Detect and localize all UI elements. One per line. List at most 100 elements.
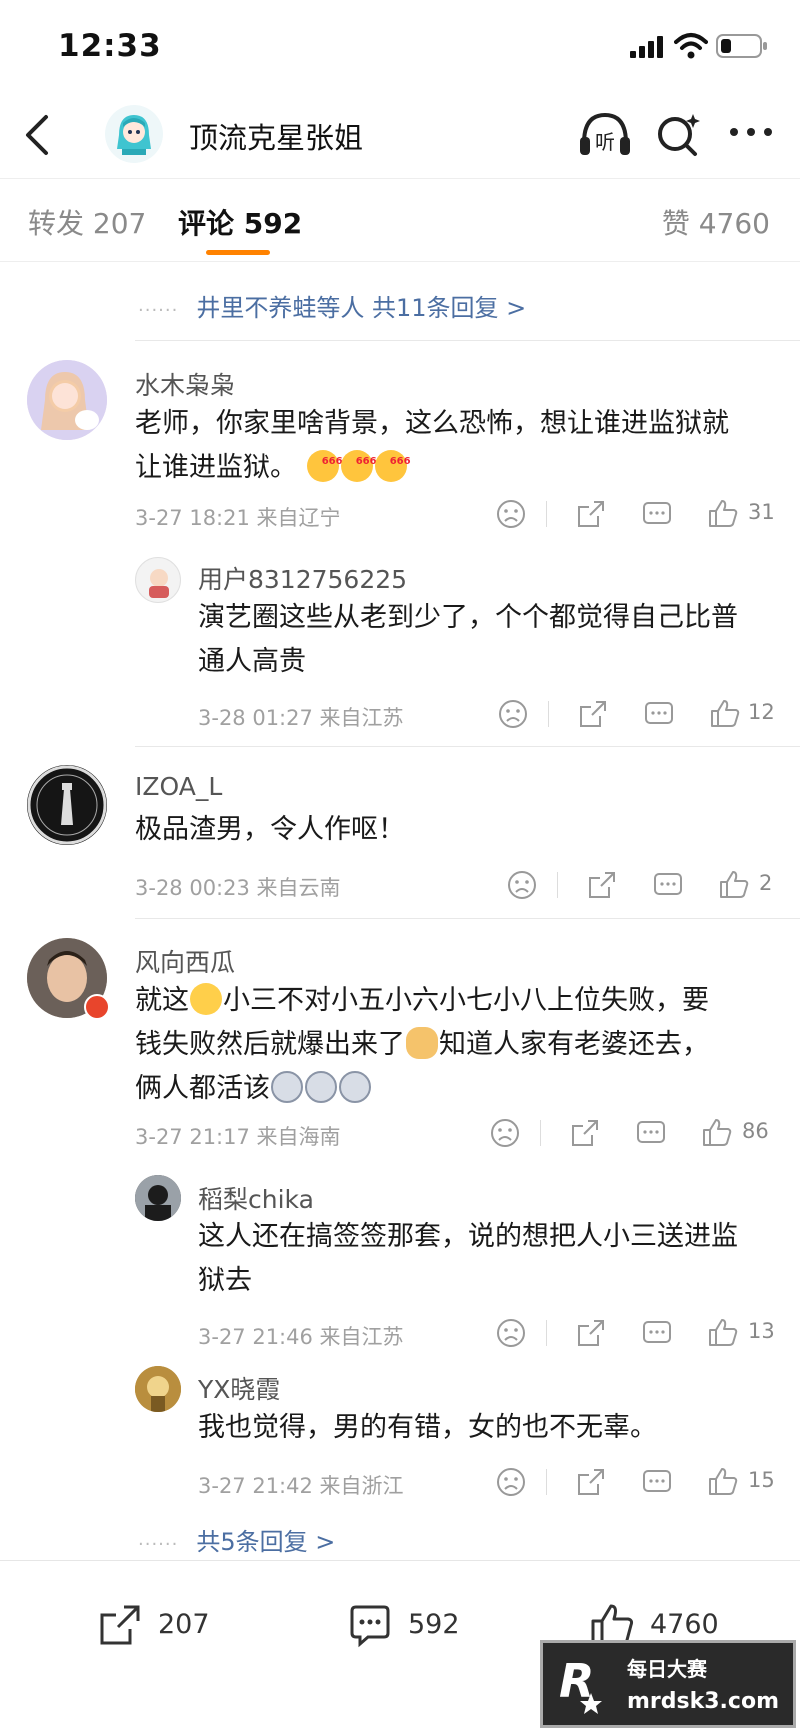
divider xyxy=(135,918,800,919)
comment-meta: 3-27 18:21 来自辽宁 xyxy=(135,506,341,530)
like-count: 13 xyxy=(748,1319,775,1343)
reply-line: 狱去 xyxy=(198,1265,252,1296)
lighthouse-logo-icon xyxy=(27,765,107,845)
share-icon[interactable] xyxy=(576,697,610,731)
reply-meta: 3-27 21:46 来自江苏 xyxy=(198,1325,404,1349)
comment-actions: 2 xyxy=(505,868,795,908)
thumbs-up-icon[interactable] xyxy=(706,1316,740,1350)
comment-line: 就这 小三不对小五小六小七小八上位失败，要 xyxy=(135,979,709,1023)
watermark: R 每日大赛 mrdsk3.com xyxy=(540,1640,796,1728)
thumbs-up-icon[interactable] xyxy=(700,1116,734,1150)
comment-text: 极品渣男，令人作呕！ xyxy=(135,814,405,845)
username[interactable]: IZOA_L xyxy=(135,772,222,801)
like-count: 4760 xyxy=(650,1609,719,1640)
reply-line: 这人还在搞签签那套，说的想把人小三送进监 xyxy=(198,1221,738,1252)
back-chevron-left-icon[interactable] xyxy=(22,113,52,157)
repost-count: 207 xyxy=(158,1609,210,1640)
more-replies-text: 共5条回复 > xyxy=(196,1528,336,1556)
like-count: 15 xyxy=(748,1468,775,1492)
sad-face-icon[interactable] xyxy=(494,497,528,531)
reply-line: 通人高贵 xyxy=(198,646,306,677)
emoji-666-icon xyxy=(306,440,343,484)
avatar-girl-icon xyxy=(27,360,107,440)
comment-icon[interactable] xyxy=(640,1316,674,1350)
avatar[interactable] xyxy=(27,360,107,440)
author-avatar[interactable] xyxy=(105,105,163,163)
username[interactable]: YX晓霞 xyxy=(198,1370,280,1406)
username[interactable]: 稻梨chika xyxy=(198,1180,314,1216)
username[interactable]: 水木枭枭 xyxy=(135,366,235,402)
sad-face-icon[interactable] xyxy=(494,1465,528,1499)
comment-line: 老师，你家里啥背景，这么恐怖，想让谁进监狱就 xyxy=(135,408,729,439)
tab-bar: 转发 207 评论 592 赞 4760 xyxy=(0,180,800,262)
sad-face-icon[interactable] xyxy=(488,1116,522,1150)
status-bar: 12:33 xyxy=(0,0,800,95)
separator xyxy=(548,701,549,727)
comment-count: 592 xyxy=(408,1609,460,1640)
share-icon[interactable] xyxy=(574,497,608,531)
comment-icon[interactable] xyxy=(642,697,676,731)
comment-line-text: 知道人家有老婆还去， xyxy=(439,1029,709,1060)
tab-comment[interactable]: 评论 592 xyxy=(178,202,302,242)
avatar[interactable] xyxy=(135,1366,181,1412)
emoji-666-icon xyxy=(340,440,377,484)
reply-text: 演艺圈这些从老到少了，个个都觉得自己比普 通人高贵 xyxy=(198,596,738,684)
comment-icon[interactable] xyxy=(651,868,685,902)
like-count: 31 xyxy=(748,500,775,524)
more-dots-icon[interactable] xyxy=(728,117,774,147)
share-icon[interactable] xyxy=(574,1316,608,1350)
svg-text:听: 听 xyxy=(595,130,615,154)
replies-summary-text: 井里不养蛙等人 共11条回复 > xyxy=(196,294,527,322)
thumbs-up-icon[interactable] xyxy=(706,497,740,531)
status-time: 12:33 xyxy=(58,28,162,64)
listen-headphones-icon[interactable]: 听 xyxy=(578,109,632,159)
thumbs-up-icon[interactable] xyxy=(717,868,751,902)
watermark-line2: mrdsk3.com xyxy=(627,1689,779,1714)
watermark-line1: 每日大赛 xyxy=(627,1657,707,1681)
share-icon[interactable] xyxy=(585,868,619,902)
reply-actions: 15 xyxy=(494,1465,784,1505)
comment-icon[interactable] xyxy=(640,497,674,531)
replies-summary-link[interactable]: ······ 井里不养蛙等人 共11条回复 > xyxy=(138,288,526,323)
username[interactable]: 用户8312756225 xyxy=(198,560,407,596)
nav-bar: 顶流克星张姐 听 xyxy=(0,95,800,179)
emoji-husky-icon xyxy=(271,1071,303,1103)
share-icon[interactable] xyxy=(574,1465,608,1499)
comment-line-text: 就这 xyxy=(135,985,189,1016)
share-icon xyxy=(100,1605,140,1645)
more-replies-link[interactable]: ······ 共5条回复 > xyxy=(138,1522,335,1557)
reply-meta: 3-28 01:27 来自江苏 xyxy=(198,706,404,730)
battery-icon xyxy=(716,34,767,58)
divider xyxy=(135,746,800,747)
share-icon[interactable] xyxy=(568,1116,602,1150)
sparkle-search-icon[interactable] xyxy=(655,110,701,158)
page-title[interactable]: 顶流克星张姐 xyxy=(189,115,363,157)
like-count: 2 xyxy=(759,871,773,895)
active-tab-indicator xyxy=(206,250,270,255)
wifi-icon xyxy=(674,33,708,59)
anime-girl-icon xyxy=(105,105,163,163)
comment-line-text: 小三不对小五小六小七小八上位失败，要 xyxy=(223,985,709,1016)
like-count: 12 xyxy=(748,700,775,724)
comment-icon[interactable] xyxy=(640,1465,674,1499)
tab-like[interactable]: 赞 4760 xyxy=(662,202,770,242)
username[interactable]: 风向西瓜 xyxy=(135,943,235,979)
comment-line: 俩人都活该 xyxy=(135,1067,709,1111)
tab-repost[interactable]: 转发 207 xyxy=(28,202,146,242)
sad-face-icon[interactable] xyxy=(496,697,530,731)
emoji-husky-icon xyxy=(305,1071,337,1103)
thumbs-up-icon[interactable] xyxy=(708,697,742,731)
avatar[interactable] xyxy=(135,557,181,603)
comment-meta: 3-28 00:23 来自云南 xyxy=(135,876,341,900)
comment-line: 让谁进监狱。 xyxy=(135,440,729,490)
thumbs-up-icon[interactable] xyxy=(706,1465,740,1499)
comment-icon[interactable] xyxy=(634,1116,668,1150)
separator xyxy=(546,1469,547,1495)
comment-line-text: 让谁进监狱。 xyxy=(135,452,297,483)
avatar[interactable] xyxy=(135,1175,181,1221)
avatar[interactable] xyxy=(27,765,107,845)
sad-face-icon[interactable] xyxy=(494,1316,528,1350)
reply-meta: 3-27 21:42 来自浙江 xyxy=(198,1474,404,1498)
emoji-husky-icon xyxy=(339,1071,371,1103)
sad-face-icon[interactable] xyxy=(505,868,539,902)
